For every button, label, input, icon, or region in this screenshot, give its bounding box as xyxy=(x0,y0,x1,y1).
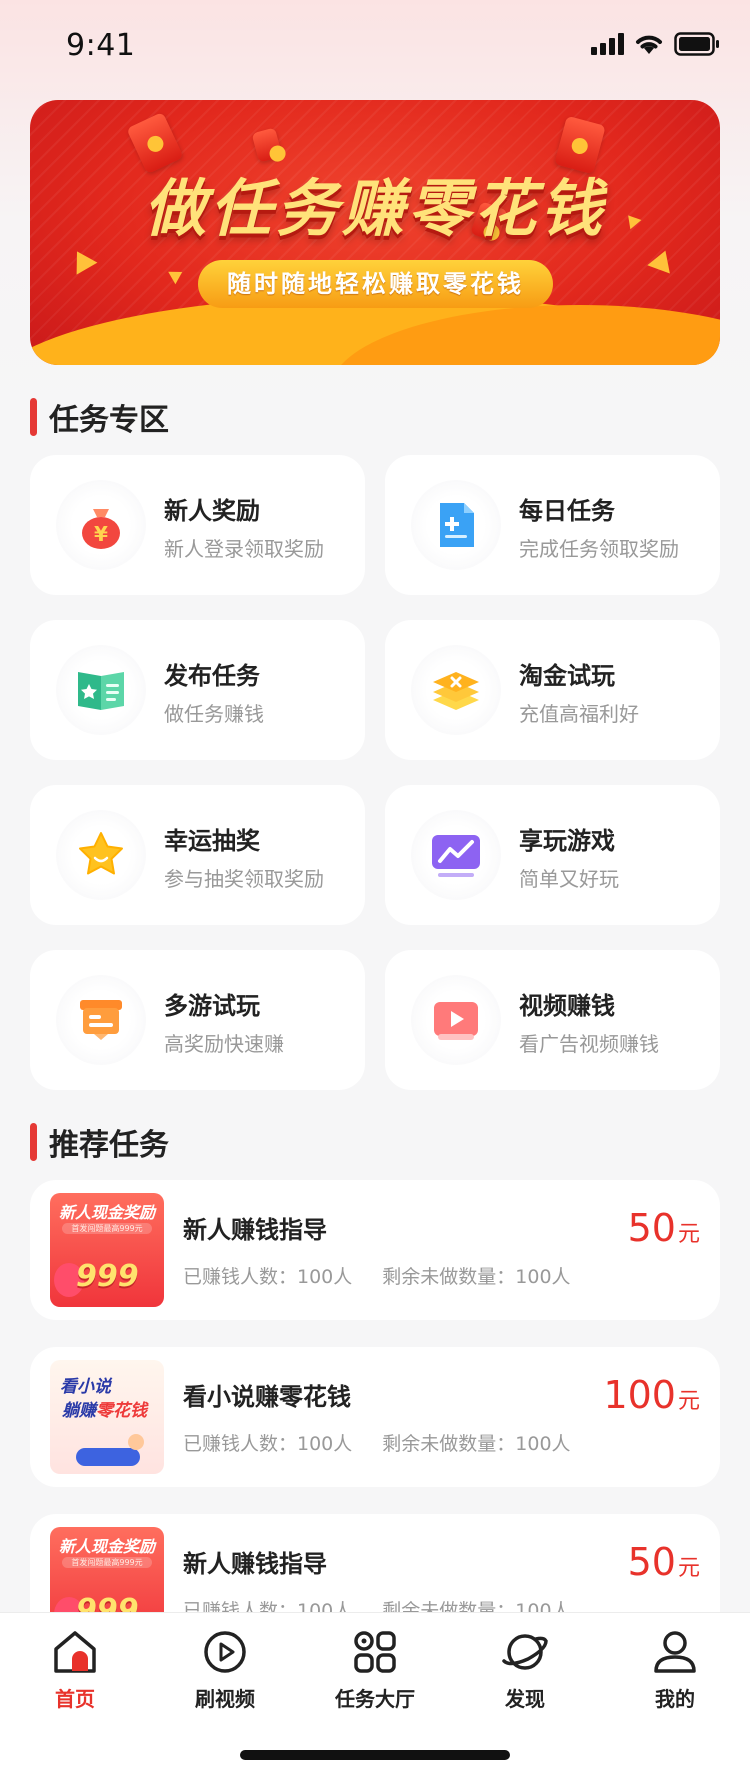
task-card[interactable]: 淘金试玩 充值高福利好 xyxy=(385,620,720,760)
document-plus-icon xyxy=(440,503,474,547)
task-desc: 做任务赚钱 xyxy=(164,702,264,726)
thumbnail-text: 首发闯题最高999元 xyxy=(62,1557,152,1568)
tab-label: 我的 xyxy=(655,1687,695,1711)
task-name: 享玩游戏 xyxy=(519,827,615,855)
recommend-section-header: 推荐任务 xyxy=(30,1120,169,1164)
task-name: 新人奖励 xyxy=(164,497,260,525)
task-card[interactable]: ¥ 新人奖励 新人登录领取奖励 xyxy=(30,455,365,595)
task-thumbnail: 看小说 躺赚零花钱 xyxy=(50,1360,164,1474)
signal-icon xyxy=(591,33,624,55)
task-name: 每日任务 xyxy=(519,497,615,525)
reward-value: 50 xyxy=(627,1540,676,1584)
section-title: 任务专区 xyxy=(49,403,169,438)
reward-unit: 元 xyxy=(677,1389,700,1414)
task-section-header: 任务专区 xyxy=(30,395,169,439)
home-icon xyxy=(54,1631,96,1673)
grid-icon xyxy=(354,1631,396,1673)
play-circle-icon xyxy=(204,1631,246,1673)
status-time: 9:41 xyxy=(66,28,136,63)
task-desc: 高奖励快速赚 xyxy=(164,1032,284,1056)
planet-icon xyxy=(502,1634,548,1670)
reward-value: 100 xyxy=(603,1373,676,1417)
recommend-task-card[interactable]: 新人现金奖励 首发闯题最高999元 999 新人赚钱指导 已赚钱人数：100人 剩… xyxy=(30,1180,720,1320)
tab-profile[interactable]: 我的 xyxy=(600,1627,750,1712)
task-title: 新人赚钱指导 xyxy=(183,1216,327,1244)
task-stats: 已赚钱人数：100人 剩余未做数量：100人 xyxy=(183,1429,571,1456)
task-title: 新人赚钱指导 xyxy=(183,1550,327,1578)
task-title: 看小说赚零花钱 xyxy=(183,1383,351,1411)
task-name: 淘金试玩 xyxy=(519,662,615,690)
task-desc: 充值高福利好 xyxy=(519,702,639,726)
reward-amount: 100元 xyxy=(603,1373,700,1417)
task-name: 视频赚钱 xyxy=(519,992,615,1020)
task-desc: 简单又好玩 xyxy=(519,867,619,891)
thumbnail-text: 999 xyxy=(76,1259,139,1294)
task-desc: 看广告视频赚钱 xyxy=(519,1032,659,1056)
tab-label: 发现 xyxy=(505,1687,545,1711)
task-name: 幸运抽奖 xyxy=(164,827,260,855)
task-name: 多游试玩 xyxy=(164,992,260,1020)
svg-text:¥: ¥ xyxy=(94,522,108,546)
battery-icon xyxy=(674,32,719,56)
task-card[interactable]: 视频赚钱 看广告视频赚钱 xyxy=(385,950,720,1090)
task-stats: 已赚钱人数：100人 剩余未做数量：100人 xyxy=(183,1262,571,1289)
recommend-task-card[interactable]: 看小说 躺赚零花钱 看小说赚零花钱 已赚钱人数：100人 剩余未做数量：100人 … xyxy=(30,1347,720,1487)
thumbnail-text: 首发闯题最高999元 xyxy=(62,1223,152,1234)
tab-task-hall[interactable]: 任务大厅 xyxy=(300,1627,450,1712)
wifi-icon xyxy=(636,35,662,54)
thumbnail-text: 新人现金奖励 xyxy=(58,1203,155,1222)
section-accent-bar xyxy=(30,1123,37,1161)
task-name: 发布任务 xyxy=(164,662,260,690)
remaining-count: 剩余未做数量：100人 xyxy=(382,1266,571,1288)
promo-banner[interactable]: 做任务赚零花钱 随时随地轻松赚取零花钱 xyxy=(30,100,720,365)
task-desc: 参与抽奖领取奖励 xyxy=(164,867,324,891)
section-accent-bar xyxy=(30,398,37,436)
tab-videos[interactable]: 刷视频 xyxy=(150,1627,300,1712)
task-desc: 完成任务领取奖励 xyxy=(519,537,679,561)
task-card[interactable]: 幸运抽奖 参与抽奖领取奖励 xyxy=(30,785,365,925)
tab-home[interactable]: 首页 xyxy=(0,1627,150,1712)
reward-amount: 50元 xyxy=(628,1540,700,1584)
reader-illustration xyxy=(76,1448,140,1466)
reward-value: 50 xyxy=(627,1206,676,1250)
reward-unit: 元 xyxy=(677,1556,700,1581)
thumbnail-text: 看小说 xyxy=(60,1377,111,1397)
gold-layers-icon xyxy=(433,672,479,710)
board-icon xyxy=(80,1000,122,1040)
status-bar: 9:41 xyxy=(0,0,750,92)
thumbnail-text: 躺赚零花钱 xyxy=(62,1401,147,1421)
earned-count: 已赚钱人数：100人 xyxy=(183,1433,353,1455)
thumbnail-text: 新人现金奖励 xyxy=(58,1537,155,1556)
money-bag-icon: ¥ xyxy=(82,509,120,549)
reader-illustration xyxy=(128,1434,144,1450)
status-icons xyxy=(591,32,720,56)
task-card[interactable]: 多游试玩 高奖励快速赚 xyxy=(30,950,365,1090)
task-thumbnail: 新人现金奖励 首发闯题最高999元 999 xyxy=(50,1193,164,1307)
tab-label: 任务大厅 xyxy=(335,1687,415,1711)
earned-count: 已赚钱人数：100人 xyxy=(183,1266,353,1288)
user-icon xyxy=(654,1631,696,1673)
star-icon xyxy=(79,832,123,875)
task-desc: 新人登录领取奖励 xyxy=(164,537,324,561)
book-star-icon xyxy=(78,672,124,710)
task-card[interactable]: 每日任务 完成任务领取奖励 xyxy=(385,455,720,595)
tab-label: 刷视频 xyxy=(195,1687,255,1711)
banner-title: 做任务赚零花钱 xyxy=(143,172,606,245)
reward-unit: 元 xyxy=(677,1222,700,1247)
banner-subtitle: 随时随地轻松赚取零花钱 xyxy=(198,260,553,308)
tab-discover[interactable]: 发现 xyxy=(450,1627,600,1712)
tab-label: 首页 xyxy=(55,1687,95,1711)
video-play-icon xyxy=(434,1002,478,1040)
remaining-count: 剩余未做数量：100人 xyxy=(382,1433,571,1455)
reward-amount: 50元 xyxy=(628,1206,700,1250)
task-card[interactable]: 发布任务 做任务赚钱 xyxy=(30,620,365,760)
task-card[interactable]: 享玩游戏 简单又好玩 xyxy=(385,785,720,925)
chart-screen-icon xyxy=(432,835,480,877)
home-indicator xyxy=(240,1750,510,1760)
section-title: 推荐任务 xyxy=(49,1128,169,1163)
